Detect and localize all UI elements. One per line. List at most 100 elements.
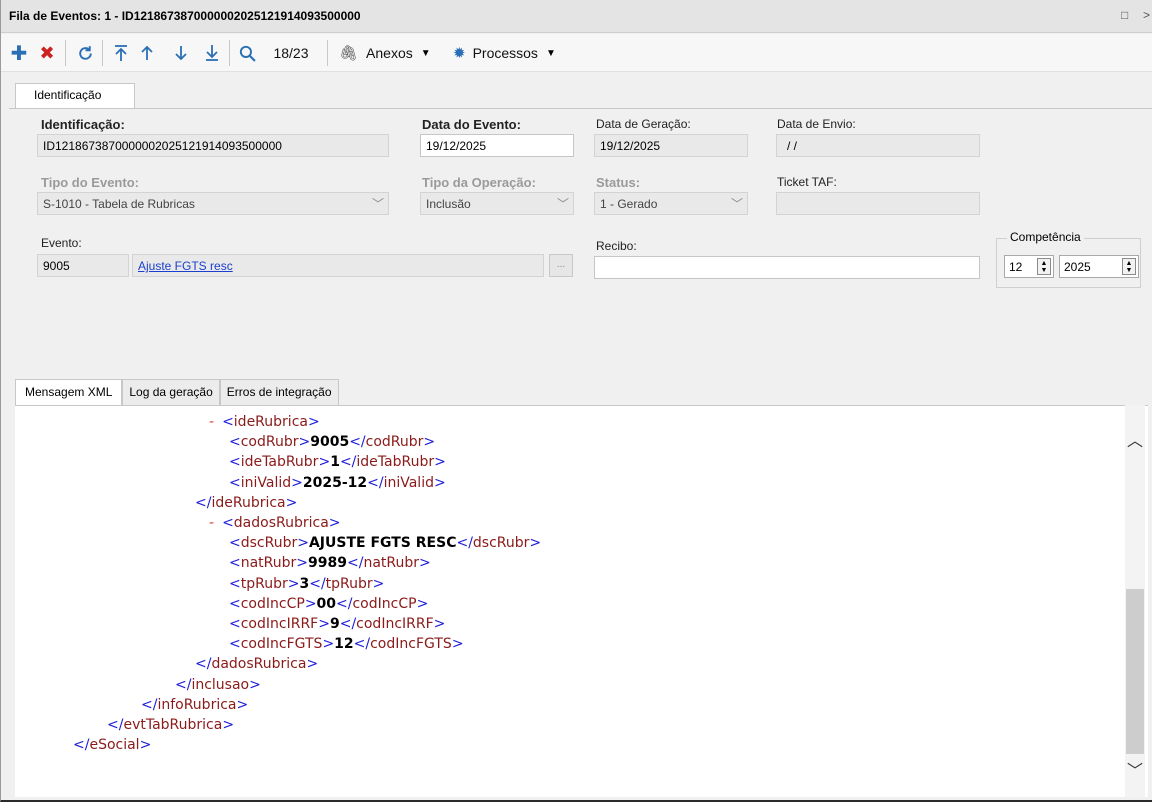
last-record-icon[interactable]	[203, 40, 221, 66]
xml-bracket: <	[222, 515, 234, 531]
attachments-menu[interactable]: 🖇 Anexos ▼	[339, 40, 439, 66]
xml-bracket: <	[229, 595, 241, 612]
tipo-evento-select[interactable]: S-1010 - Tabela de Rubricas ﹀	[37, 192, 389, 215]
xml-value: 12	[334, 636, 354, 653]
ticket-taf-label: Ticket TAF:	[777, 175, 837, 189]
status-select[interactable]: 1 - Gerado ﹀	[594, 192, 748, 215]
xml-bracket: >	[529, 535, 542, 552]
xml-bracket: >	[298, 434, 311, 451]
xml-bracket: >	[433, 616, 446, 632]
next-record-icon[interactable]	[172, 40, 190, 66]
identificacao-field[interactable]: ID1218673870000002025121914093500000	[37, 134, 389, 157]
recibo-field[interactable]	[594, 256, 980, 279]
xml-line: </evtTabRubrica>	[107, 717, 234, 733]
xml-bracket: </	[195, 494, 212, 511]
evento-browse-button[interactable]: ...	[549, 254, 573, 277]
chevron-down-icon[interactable]: ﹀	[1127, 757, 1143, 781]
spinner-arrows-icon[interactable]: ▲ ▼	[1037, 258, 1051, 275]
data-envio-field[interactable]: / /	[776, 134, 980, 157]
tipo-operacao-select[interactable]: Inclusão ﹀	[420, 192, 574, 215]
chevron-down-icon: ▼	[545, 47, 556, 59]
xml-bracket: </	[107, 717, 124, 733]
search-icon[interactable]	[237, 40, 257, 66]
data-geracao-field[interactable]: 19/12/2025	[594, 134, 748, 157]
evento-label: Evento:	[41, 236, 82, 250]
tab-mensagem-xml[interactable]: Mensagem XML	[15, 379, 123, 405]
xml-tag-name: ideRubrica	[211, 494, 286, 511]
xml-line: <dscRubr>AJUSTE FGTS RESC</dscRubr>	[229, 535, 541, 551]
xml-value: 3	[299, 575, 310, 592]
xml-bracket: >	[372, 575, 385, 592]
xml-line: <codIncIRRF>9</codIncIRRF>	[229, 616, 445, 632]
xml-line: <codIncFGTS>12</codIncFGTS>	[229, 636, 464, 652]
xml-bracket: >	[236, 696, 249, 713]
competencia-month-value: 12	[1009, 260, 1023, 274]
evento-code-field[interactable]: 9005	[37, 254, 129, 277]
maximize-icon[interactable]: □	[1121, 8, 1128, 22]
xml-bracket: </	[336, 595, 353, 612]
toolbar-separator	[229, 40, 230, 66]
close-icon[interactable]: >	[1143, 8, 1150, 22]
xml-bracket: >	[285, 494, 298, 511]
xml-tag-name: dscRubr	[240, 535, 298, 552]
ticket-taf-field[interactable]	[776, 192, 980, 215]
xml-bracket: <	[229, 555, 241, 572]
bottom-tabs: Mensagem XML Log da geração Erros de int…	[15, 379, 339, 405]
xml-bracket: >	[304, 595, 317, 612]
paperclip-icon: 🖇	[339, 45, 359, 62]
tipo-evento-value: S-1010 - Tabela de Rubricas	[43, 197, 195, 211]
xml-tag-name: codIncFGTS	[240, 636, 323, 653]
tab-identificacao[interactable]: Identificação	[15, 83, 135, 109]
plus-icon[interactable]: ✚	[9, 40, 29, 66]
xml-bracket: >	[434, 454, 446, 471]
event-queue-window: Fila de Eventos: 1 - ID12186738700000020…	[0, 0, 1152, 802]
xml-tag-name: eSocial	[89, 737, 140, 754]
refresh-icon[interactable]	[74, 40, 96, 66]
xml-tag-name: evtTabRubrica	[123, 717, 223, 733]
xml-line: </inclusao>	[175, 677, 261, 693]
xml-tag-name: dadosRubrica	[211, 656, 307, 673]
tab-erros-integracao[interactable]: Erros de integração	[219, 379, 339, 405]
data-evento-field[interactable]: 19/12/2025	[420, 134, 574, 157]
xml-bracket: <	[229, 616, 241, 632]
xml-line: <natRubr>9989</natRubr>	[229, 555, 431, 571]
chevron-down-icon: ﹀	[730, 197, 743, 211]
competencia-year-spinner[interactable]: 2025 ▲ ▼	[1059, 255, 1139, 278]
xml-collapse-toggle: -	[209, 515, 215, 531]
xml-bracket: >	[322, 636, 335, 653]
xml-bracket: >	[139, 737, 152, 754]
evento-description-field[interactable]: Ajuste FGTS resc	[132, 254, 544, 277]
evento-description-link[interactable]: Ajuste FGTS resc	[138, 259, 233, 273]
chevron-down-icon: ▼	[420, 47, 431, 59]
chevron-up-icon[interactable]: ︿	[1127, 427, 1143, 451]
xml-tag-name: codIncCP	[352, 595, 417, 612]
xml-bracket: <	[229, 636, 241, 653]
toolbar-separator	[65, 40, 66, 66]
chevron-down-icon: ﹀	[556, 197, 569, 211]
xml-line: <codIncCP>00</codIncCP>	[229, 596, 428, 612]
xml-viewer[interactable]: - <ideRubrica> <codRubr>9005</codRubr> < ide…	[15, 405, 1148, 797]
delete-icon[interactable]: ✖	[37, 40, 57, 66]
xml-bracket: >	[328, 515, 341, 531]
xml-bracket: >	[296, 555, 309, 572]
spinner-arrows-icon[interactable]: ▲ ▼	[1122, 258, 1136, 275]
xml-bracket: >	[291, 474, 303, 491]
xml-tag-name: natRubr	[363, 555, 420, 572]
data-evento-label: Data do Evento:	[422, 117, 521, 132]
xml-tag-name: codIncCP	[240, 595, 305, 612]
xml-bracket: >	[287, 575, 300, 592]
tab-log-geracao[interactable]: Log da geração	[122, 379, 220, 405]
processes-menu[interactable]: ✹ Processos ▼	[453, 40, 578, 66]
xml-tag-name: codIncIRRF	[240, 616, 319, 632]
xml-line: - <ideRubrica>	[209, 414, 320, 430]
xml-value: 1	[330, 454, 340, 471]
chevron-down-icon: ﹀	[371, 197, 384, 211]
first-record-icon[interactable]	[112, 40, 130, 66]
xml-line: <codRubr>9005</codRubr>	[229, 434, 435, 450]
prev-record-icon[interactable]	[138, 40, 156, 66]
competencia-month-spinner[interactable]: 12 ▲ ▼	[1004, 255, 1054, 278]
xml-bracket: </	[73, 737, 90, 754]
scrollbar-thumb[interactable]	[1126, 589, 1144, 754]
xml-scrollbar[interactable]: ︿ ﹀	[1125, 405, 1145, 797]
xml-tag-name: tpRubr	[325, 575, 373, 592]
